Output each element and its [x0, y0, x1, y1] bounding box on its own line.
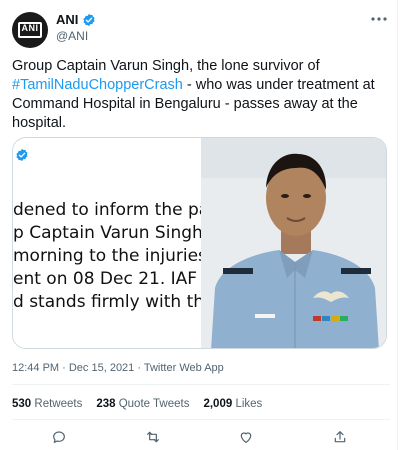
doc-line: d stands firmly with the	[13, 292, 201, 312]
quote-tweets-count: 238	[96, 398, 116, 410]
likes-stat[interactable]: 2,009 Likes	[203, 398, 262, 410]
likes-label: Likes	[235, 398, 263, 410]
tweet-media[interactable]: dened to inform the pa p Captain Varun S…	[12, 137, 387, 349]
doc-verified-badge-icon	[16, 148, 28, 162]
likes-count: 2,009	[203, 398, 233, 410]
tweet: ANI ANI @ANI Group Captain Varun Singh, …	[0, 0, 398, 450]
avatar-logo-text: ANI	[21, 23, 39, 33]
retweets-stat[interactable]: 530 Retweets	[12, 398, 82, 410]
divider	[12, 384, 390, 385]
like-icon[interactable]	[235, 426, 257, 448]
doc-line: ent on 08 Dec 21. IAF d	[13, 269, 201, 289]
retweets-label: Retweets	[34, 398, 83, 410]
avatar[interactable]: ANI	[12, 12, 48, 48]
verified-badge-icon	[83, 13, 95, 26]
action-bar	[0, 426, 398, 448]
author-name-row: ANI	[56, 12, 96, 27]
doc-line: morning to the injuries	[13, 246, 201, 266]
display-name[interactable]: ANI	[56, 12, 78, 27]
more-options-icon[interactable]	[370, 12, 388, 26]
tweet-text-start: Group Captain Varun Singh, the lone surv…	[12, 58, 320, 74]
author-handle[interactable]: @ANI	[56, 29, 88, 43]
tweet-text: Group Captain Varun Singh, the lone surv…	[12, 57, 390, 133]
divider	[12, 419, 390, 420]
retweets-count: 530	[12, 398, 32, 410]
tweet-timestamp[interactable]: 12:44 PM · Dec 15, 2021 · Twitter Web Ap…	[12, 362, 224, 374]
quote-tweets-label: Quote Tweets	[118, 398, 190, 410]
engagement-stats: 530 Retweets 238 Quote Tweets 2,009 Like…	[12, 398, 262, 410]
officer-portrait-image	[201, 138, 386, 348]
doc-line: p Captain Varun Singh,	[13, 223, 201, 243]
doc-line: dened to inform the pa	[13, 200, 201, 220]
hashtag-link[interactable]: #TamilNaduChopperCrash	[12, 77, 183, 93]
quote-tweets-stat[interactable]: 238 Quote Tweets	[96, 398, 189, 410]
share-icon[interactable]	[329, 426, 351, 448]
retweet-icon[interactable]	[142, 426, 164, 448]
reply-icon[interactable]	[48, 426, 70, 448]
statement-document-image: dened to inform the pa p Captain Varun S…	[13, 138, 201, 348]
